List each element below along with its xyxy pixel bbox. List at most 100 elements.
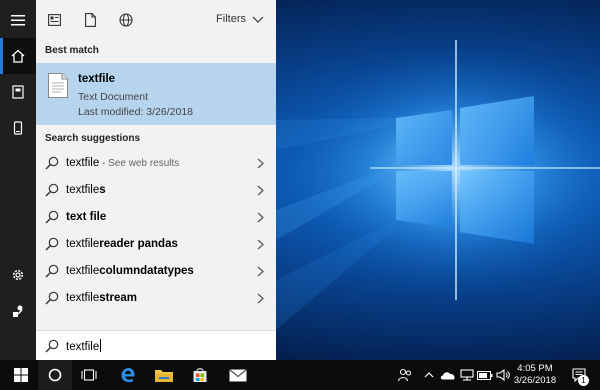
suggestion-completion-part: text file	[66, 211, 107, 223]
suggestion-subtext: - See web results	[99, 158, 180, 169]
phone-icon	[13, 121, 23, 135]
text-caret	[100, 339, 102, 352]
chevron-right-icon	[257, 239, 264, 250]
chevron-right-icon	[257, 185, 264, 196]
search-icon	[45, 183, 59, 197]
apps-icon	[47, 14, 61, 26]
cloud-icon	[440, 372, 455, 380]
ethernet-icon	[460, 369, 474, 381]
suggestion-completion-part: columndatatypes	[99, 265, 194, 277]
search-results-panel: Filters Best match textfile Text Documen…	[36, 0, 276, 360]
chevron-up-icon	[424, 372, 434, 378]
notebook-icon	[12, 85, 24, 99]
search-suggestion-item[interactable]: text file	[36, 204, 276, 231]
suggestion-completion-part: stream	[99, 292, 137, 304]
task-view-icon	[81, 369, 97, 381]
suggestion-text: textfiles	[66, 184, 106, 196]
suggestion-completion-part: reader pandas	[99, 238, 178, 250]
suggestion-query-part: textfile	[66, 157, 100, 169]
search-suggestion-item[interactable]: textfile - See web results	[36, 150, 276, 177]
best-match-modified: Last modified: 3/26/2018	[78, 106, 193, 118]
best-match-name: textfile	[78, 73, 116, 85]
suggestion-text: textfilereader pandas	[66, 238, 178, 250]
network-tray-button[interactable]	[458, 360, 476, 390]
text-document-icon	[48, 73, 68, 98]
search-suggestion-item[interactable]: textfilecolumndatatypes	[36, 258, 276, 285]
taskbar-clock[interactable]: 4:05 PM 3/26/2018	[512, 363, 558, 387]
notebook-button[interactable]	[0, 74, 36, 110]
search-icon	[45, 237, 59, 251]
battery-tray-button[interactable]	[476, 360, 494, 390]
search-input[interactable]: textfile	[66, 339, 102, 353]
people-button[interactable]	[394, 360, 416, 390]
suggestion-text: text file	[66, 211, 106, 223]
people-icon	[398, 368, 411, 382]
search-box[interactable]: textfile	[36, 330, 276, 360]
suggestion-query-part: textfile	[66, 292, 100, 304]
search-icon	[45, 291, 59, 305]
battery-icon	[477, 370, 493, 380]
feedback-button[interactable]	[0, 293, 36, 329]
suggestion-text: textfile - See web results	[66, 157, 179, 169]
search-icon	[45, 156, 59, 170]
settings-button[interactable]	[0, 257, 36, 293]
suggestion-text: textfilecolumndatatypes	[66, 265, 194, 277]
feedback-icon	[13, 305, 23, 317]
documents-filter-button[interactable]	[82, 12, 98, 28]
filters-dropdown[interactable]: Filters	[216, 13, 264, 25]
suggestion-query-part: textfile	[66, 184, 100, 196]
search-suggestion-item[interactable]: textfilestream	[36, 285, 276, 312]
task-view-button[interactable]	[72, 360, 106, 390]
web-filter-button[interactable]	[118, 12, 134, 28]
suggestion-query-part: textfile	[66, 238, 100, 250]
edge-taskbar-button[interactable]	[110, 360, 146, 390]
gear-icon	[12, 269, 24, 281]
search-query-text: textfile	[66, 341, 100, 353]
search-suggestion-item[interactable]: textfiles	[36, 177, 276, 204]
suggestion-text: textfilestream	[66, 292, 137, 304]
devices-button[interactable]	[0, 110, 36, 146]
search-toolbar: Filters	[36, 0, 276, 40]
chevron-right-icon	[257, 266, 264, 277]
filters-label: Filters	[216, 13, 246, 25]
hamburger-icon	[11, 15, 25, 26]
mail-taskbar-button[interactable]	[220, 360, 256, 390]
cortana-circle-icon	[48, 368, 62, 382]
show-hidden-icons-button[interactable]	[420, 360, 438, 390]
best-match-heading: Best match	[45, 45, 99, 56]
home-button[interactable]	[0, 38, 36, 74]
hamburger-menu-button[interactable]	[0, 2, 36, 38]
best-match-type: Text Document	[78, 91, 149, 103]
action-center-button[interactable]: 1	[566, 360, 592, 390]
notification-count-badge: 1	[578, 375, 589, 386]
home-icon	[11, 49, 25, 63]
windows-logo-icon	[14, 368, 28, 382]
edge-icon	[121, 368, 135, 383]
taskbar: 4:05 PM 3/26/2018 1	[0, 360, 600, 390]
clock-date: 3/26/2018	[513, 375, 557, 386]
chevron-right-icon	[257, 293, 264, 304]
clock-time: 4:05 PM	[517, 363, 553, 374]
file-explorer-taskbar-button[interactable]	[146, 360, 182, 390]
folder-icon	[155, 370, 173, 382]
volume-tray-button[interactable]	[494, 360, 512, 390]
start-button[interactable]	[4, 360, 38, 390]
apps-filter-button[interactable]	[46, 12, 62, 28]
chevron-right-icon	[257, 158, 264, 169]
mail-icon	[229, 368, 247, 381]
search-suggestions-heading: Search suggestions	[45, 133, 141, 144]
best-match-result[interactable]: textfile Text Document Last modified: 3/…	[36, 63, 276, 125]
start-left-rail	[0, 0, 36, 360]
globe-icon	[119, 13, 133, 27]
chevron-down-icon	[252, 16, 264, 23]
document-icon	[84, 13, 96, 27]
suggestion-completion-part: s	[99, 184, 106, 196]
search-icon	[45, 339, 59, 353]
suggestion-query-part: textfile	[66, 265, 100, 277]
search-icon	[45, 264, 59, 278]
store-taskbar-button[interactable]	[182, 360, 218, 390]
search-suggestion-item[interactable]: textfilereader pandas	[36, 231, 276, 258]
onedrive-tray-button[interactable]	[438, 360, 458, 390]
store-bag-icon	[193, 368, 207, 382]
cortana-button[interactable]	[38, 360, 72, 390]
